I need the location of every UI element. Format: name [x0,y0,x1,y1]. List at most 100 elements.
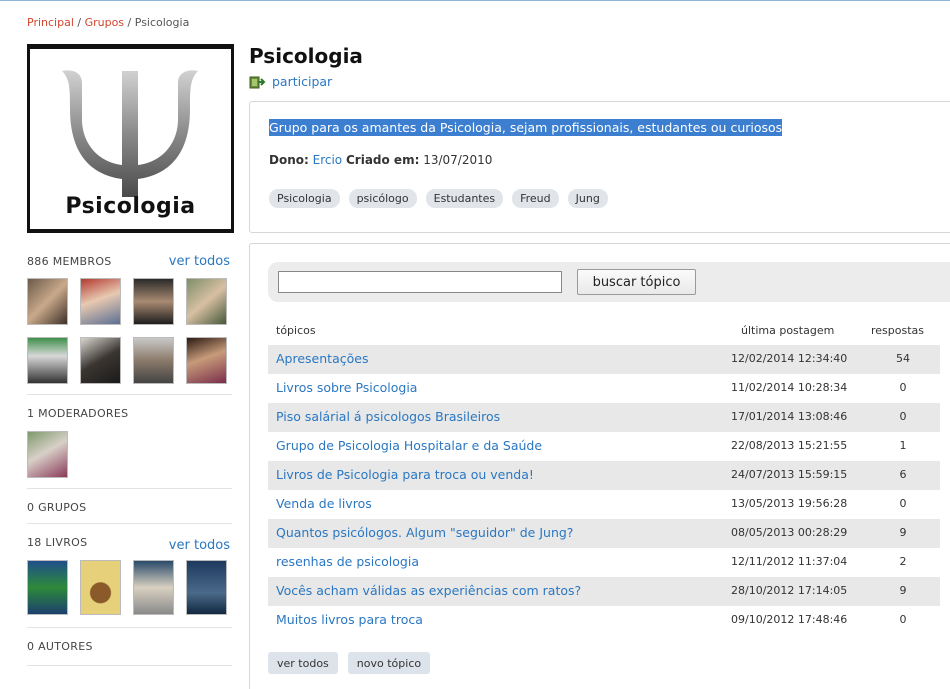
topics-table: Apresentações 12/02/2014 12:34:40 54 Liv… [268,345,940,635]
view-all-topics-button[interactable]: ver todos [268,652,338,674]
page-title: Psicologia [249,44,363,68]
topic-replies: 1 [899,439,907,452]
join-action[interactable]: participar [249,74,950,89]
topic-last-post: 08/05/2013 00:28:29 [731,526,848,539]
topic-replies: 54 [896,352,910,365]
topic-last-post: 09/10/2012 17:48:46 [731,613,848,626]
table-row: Muitos livros para troca 09/10/2012 17:4… [268,606,940,635]
tag[interactable]: Jung [567,189,608,208]
member-avatar[interactable] [186,278,227,325]
member-avatar[interactable] [133,278,174,325]
sidebar: 886 MEMBROS ver todos 1 MODERADORES 0 GR… [27,250,232,666]
tag[interactable]: psicólogo [348,189,417,208]
topic-last-post: 28/10/2012 17:14:05 [731,584,848,597]
members-view-all-link[interactable]: ver todos [169,254,230,269]
topic-replies: 6 [899,468,907,481]
created-label: Criado em: [345,153,420,167]
topic-link[interactable]: Venda de livros [276,496,372,511]
breadcrumb-separator: / [73,16,85,29]
book-cover[interactable] [80,560,121,615]
topics-panel: buscar tópico tópicos última postagem re… [249,243,950,689]
topic-link[interactable]: Piso salárial á psicologos Brasileiros [276,409,500,424]
member-avatar[interactable] [27,278,68,325]
column-header-topics: tópicos [276,324,316,337]
top-divider [0,0,950,1]
books-section: 18 LIVROS ver todos [27,524,232,628]
topic-link[interactable]: Livros sobre Psicologia [276,380,417,395]
new-topic-button[interactable]: novo tópico [347,652,431,674]
search-topic-button[interactable]: buscar tópico [577,269,696,295]
group-description: Grupo para os amantes da Psicologia, sej… [269,119,783,136]
topic-link[interactable]: Livros de Psicologia para troca ou venda… [276,467,534,482]
owner-link[interactable]: Ercio [313,153,343,167]
group-info-box: Grupo para os amantes da Psicologia, sej… [249,101,950,233]
topic-last-post: 12/11/2012 11:37:04 [731,555,848,568]
topic-link[interactable]: Quantos psicólogos. Algum "seguidor" de … [276,525,573,540]
topic-link[interactable]: Grupo de Psicologia Hospitalar e da Saúd… [276,438,542,453]
topic-last-post: 17/01/2014 13:08:46 [731,410,848,423]
member-avatar[interactable] [186,337,227,384]
column-header-replies: respostas [871,324,925,337]
topic-search-bar: buscar tópico [268,262,950,302]
topic-actions: ver todos novo tópico [268,652,431,674]
table-row: Apresentações 12/02/2014 12:34:40 54 [268,345,940,374]
book-cover[interactable] [27,560,68,615]
created-date: 13/07/2010 [423,153,493,167]
member-avatar[interactable] [133,337,174,384]
topic-last-post: 11/02/2014 10:28:34 [731,381,848,394]
topic-replies: 0 [899,613,907,626]
topic-last-post: 22/08/2013 15:21:55 [731,439,848,452]
table-row: Quantos psicólogos. Algum "seguidor" de … [268,519,940,548]
member-avatar[interactable] [80,337,121,384]
book-cover[interactable] [186,560,227,615]
join-group-icon [249,75,266,89]
authors-section: 0 AUTORES [27,628,232,666]
moderators-section: 1 MODERADORES [27,395,232,489]
members-section: 886 MEMBROS ver todos [27,250,232,395]
topic-replies: 2 [899,555,907,568]
table-row: Livros sobre Psicologia 11/02/2014 10:28… [268,374,940,403]
join-group-link[interactable]: participar [272,74,332,89]
topic-replies: 9 [899,526,907,539]
topic-last-post: 13/05/2013 19:56:28 [731,497,848,510]
topic-replies: 0 [899,410,907,423]
table-row: resenhas de psicologia 12/11/2012 11:37:… [268,548,940,577]
group-owner-line: Dono: Ercio Criado em: 13/07/2010 [269,153,492,167]
topic-replies: 0 [899,381,907,394]
breadcrumb-separator: / [124,16,135,29]
groups-section: 0 GRUPOS [27,489,232,524]
topic-last-post: 24/07/2013 15:59:15 [731,468,848,481]
moderator-avatar[interactable] [27,431,68,478]
table-row: Vocês acham válidas as experiências com … [268,577,940,606]
member-avatar[interactable] [27,337,68,384]
member-avatars [27,278,227,384]
tag-list: Psicologia psicólogo Estudantes Freud Ju… [269,189,608,208]
book-cover[interactable] [133,560,174,615]
member-avatar[interactable] [80,278,121,325]
topic-link[interactable]: Muitos livros para troca [276,612,423,627]
table-row: Piso salárial á psicologos Brasileiros 1… [268,403,940,432]
breadcrumb: Principal / Grupos / Psicologia [27,16,189,29]
table-row: Livros de Psicologia para troca ou venda… [268,461,940,490]
topic-last-post: 12/02/2014 12:34:40 [731,352,848,365]
topics-table-header: tópicos última postagem respostas [250,324,950,340]
tag[interactable]: Freud [512,189,559,208]
breadcrumb-home-link[interactable]: Principal [27,16,74,29]
topic-replies: 0 [899,497,907,510]
tag[interactable]: Psicologia [269,189,340,208]
topic-link[interactable]: Vocês acham válidas as experiências com … [276,583,581,598]
main-content: Psicologia participar Grupo para os aman… [249,40,950,689]
breadcrumb-groups-link[interactable]: Grupos [85,16,124,29]
column-header-last-post: última postagem [741,324,835,337]
books-view-all-link[interactable]: ver todos [169,538,230,553]
topic-search-input[interactable] [278,271,562,293]
tag[interactable]: Estudantes [425,189,504,208]
group-logo: Psicologia [27,44,234,233]
topic-replies: 9 [899,584,907,597]
table-row: Venda de livros 13/05/2013 19:56:28 0 [268,490,940,519]
topic-link[interactable]: Apresentações [276,351,368,366]
moderators-heading: 1 MODERADORES [27,407,129,420]
book-covers [27,560,227,615]
topic-link[interactable]: resenhas de psicologia [276,554,419,569]
authors-heading: 0 AUTORES [27,640,93,653]
